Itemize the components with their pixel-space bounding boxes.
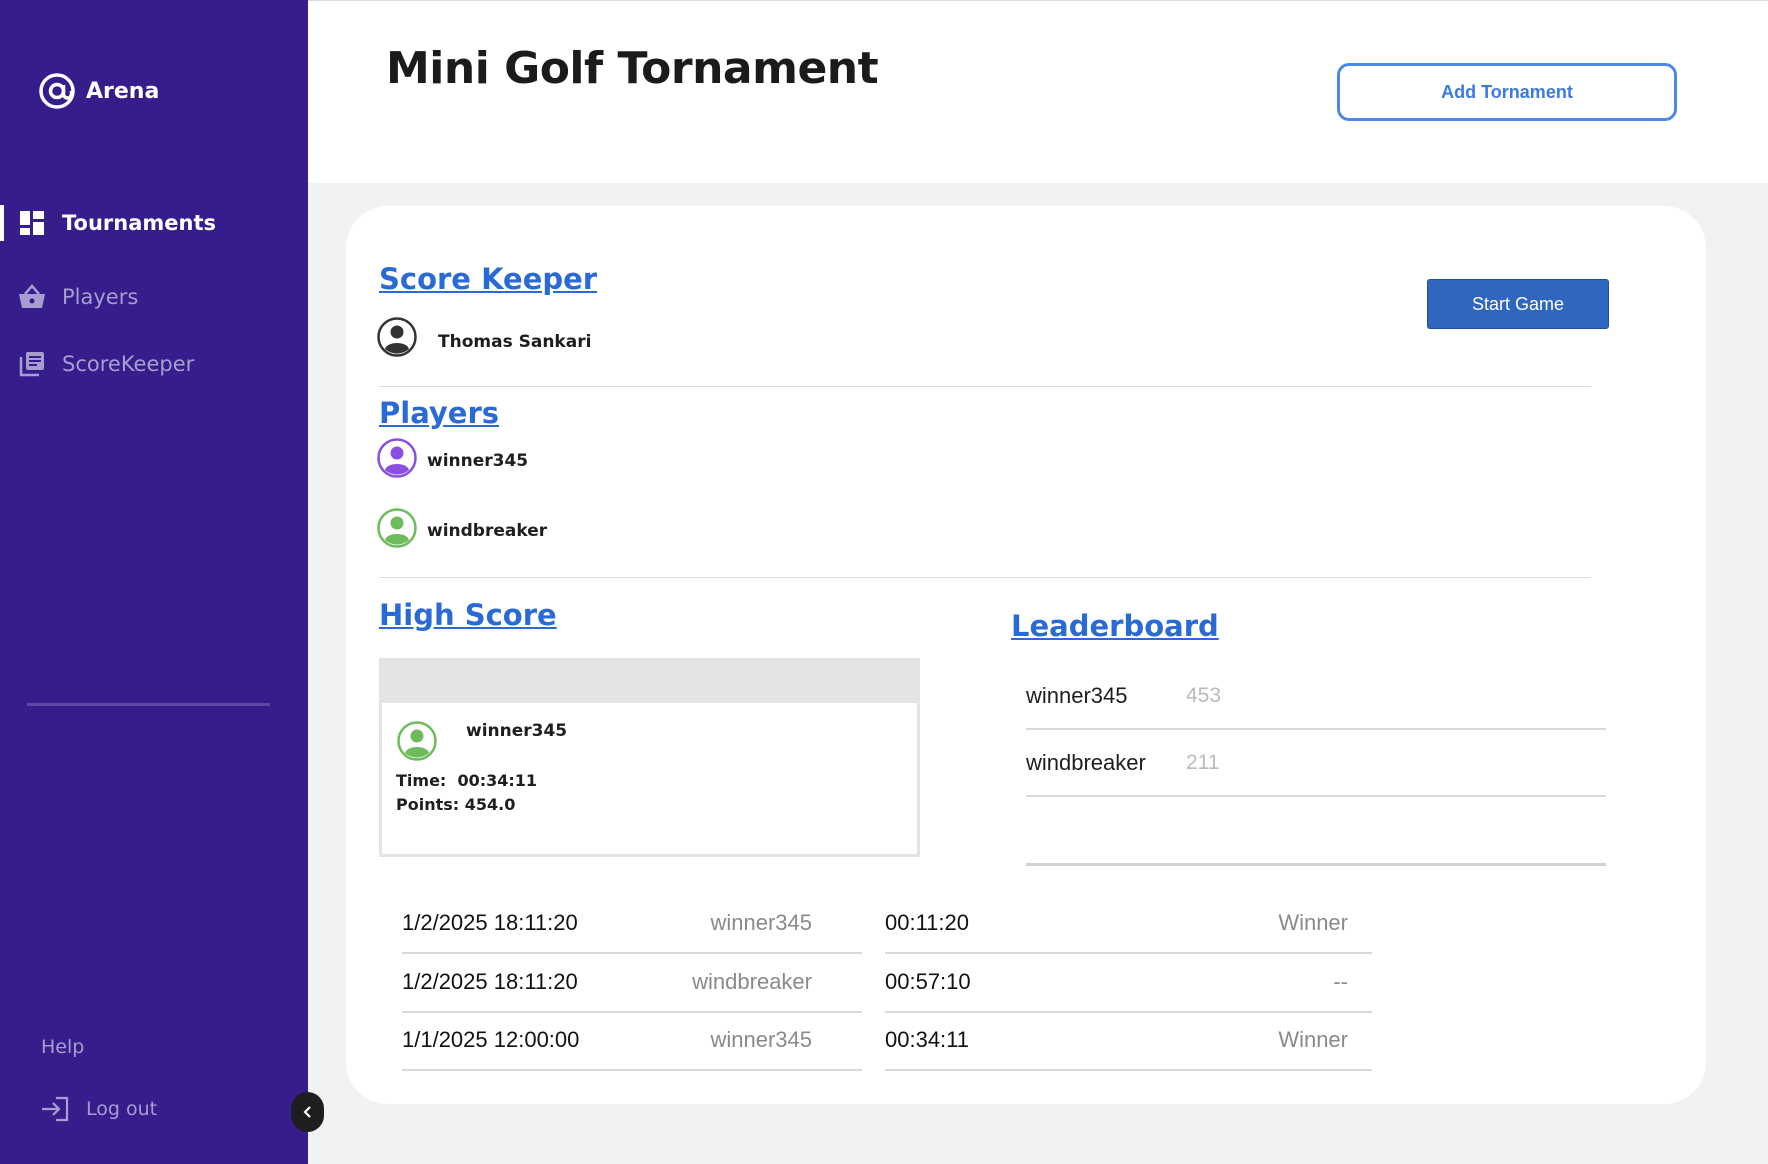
page-title: Mini Golf Tornament: [386, 43, 879, 94]
logout-label: Log out: [86, 1098, 158, 1120]
sidebar-item-scorekeeper[interactable]: ScoreKeeper: [18, 344, 194, 384]
leaderboard-row: windbreaker 211: [1026, 731, 1606, 797]
sidebar-item-players[interactable]: Players: [18, 277, 138, 317]
dashboard-icon: [18, 209, 46, 237]
history-result: Winner: [1278, 910, 1348, 935]
time-value: 00:34:11: [457, 771, 538, 790]
history-result: --: [1333, 969, 1348, 994]
library-icon: [18, 350, 46, 378]
points-label: Points:: [396, 795, 460, 814]
player-name: winner345: [427, 451, 529, 471]
user-avatar-icon: [377, 508, 417, 548]
high-score-time: Time: 00:34:11: [396, 771, 537, 790]
score-keeper-person: Thomas Sankari: [377, 317, 591, 357]
history-time: 00:34:11: [885, 1027, 970, 1052]
player-item[interactable]: windbreaker: [377, 508, 547, 548]
high-score-player: winner345: [466, 721, 568, 741]
history-player: winner345: [710, 1027, 812, 1052]
player-item[interactable]: winner345: [377, 438, 528, 478]
score-keeper-name: Thomas Sankari: [438, 332, 592, 352]
row-divider: [885, 952, 1372, 954]
player-name: windbreaker: [427, 521, 548, 541]
history-time: 00:11:20: [885, 910, 970, 935]
logo[interactable]: Arena: [38, 72, 159, 110]
sidebar-item-tournaments[interactable]: Tournaments: [18, 203, 216, 243]
history-date: 1/2/2025 18:11:20: [402, 969, 578, 994]
sidebar-item-label: ScoreKeeper: [62, 352, 195, 376]
time-label: Time:: [396, 771, 447, 790]
app-name: Arena: [86, 78, 160, 104]
high-score-card: winner345 Time: 00:34:11 Points: 454.0: [379, 658, 920, 857]
history-player: winner345: [710, 910, 812, 935]
history-row: 1/2/2025 18:11:20 winner345 00:11:20 Win…: [402, 896, 1372, 954]
chevron-left-icon: [302, 1106, 311, 1118]
history-time: 00:57:10: [885, 969, 971, 994]
high-score-title[interactable]: High Score: [379, 598, 557, 632]
user-avatar-icon: [397, 721, 437, 761]
sidebar: Arena Tournaments Players ScoreKeeper He…: [0, 0, 308, 1164]
at-icon: [39, 73, 75, 109]
history-row: 1/2/2025 18:11:20 windbreaker 00:57:10 -…: [402, 955, 1372, 1013]
sidebar-item-label: Players: [62, 285, 139, 309]
leaderboard-title[interactable]: Leaderboard: [1011, 609, 1219, 643]
score-keeper-title[interactable]: Score Keeper: [379, 262, 597, 296]
leaderboard-score: 211: [1186, 751, 1220, 774]
help-link[interactable]: Help: [41, 1036, 84, 1058]
divider: [379, 577, 1591, 578]
row-divider: [402, 952, 862, 954]
sidebar-divider: [27, 703, 270, 706]
history-row: 1/1/2025 12:00:00 winner345 00:34:11 Win…: [402, 1013, 1372, 1071]
collapse-sidebar-button[interactable]: [291, 1092, 324, 1132]
leaderboard-row: winner345 453: [1026, 664, 1606, 730]
leaderboard-player: windbreaker: [1026, 750, 1146, 775]
logout-icon: [42, 1096, 69, 1122]
row-divider: [402, 1069, 862, 1071]
leaderboard-player: winner345: [1026, 683, 1128, 708]
players-title[interactable]: Players: [379, 396, 499, 430]
sidebar-item-label: Tournaments: [62, 211, 217, 235]
row-divider: [885, 1069, 1372, 1071]
history-result: Winner: [1278, 1027, 1348, 1052]
high-score-card-header: [382, 661, 917, 703]
high-score-points: Points: 454.0: [396, 795, 515, 814]
header: Mini Golf Tornament Add Tornament: [308, 0, 1768, 183]
tournament-card: Score Keeper Thomas Sankari Start Game P…: [346, 206, 1706, 1104]
user-avatar-icon: [377, 438, 417, 478]
leaderboard-score: 453: [1186, 684, 1222, 707]
history-date: 1/1/2025 12:00:00: [402, 1027, 580, 1052]
points-value: 454.0: [464, 795, 516, 814]
history-date: 1/2/2025 18:11:20: [402, 910, 578, 935]
divider: [379, 386, 1591, 387]
add-tournament-button[interactable]: Add Tornament: [1337, 63, 1677, 121]
history-player: windbreaker: [692, 969, 812, 994]
basket-icon: [18, 283, 46, 311]
start-game-button[interactable]: Start Game: [1427, 279, 1609, 329]
user-avatar-icon: [377, 317, 417, 357]
active-indicator: [0, 205, 4, 241]
leaderboard-empty-row: [1026, 863, 1606, 866]
logout-button[interactable]: Log out: [40, 1096, 157, 1122]
